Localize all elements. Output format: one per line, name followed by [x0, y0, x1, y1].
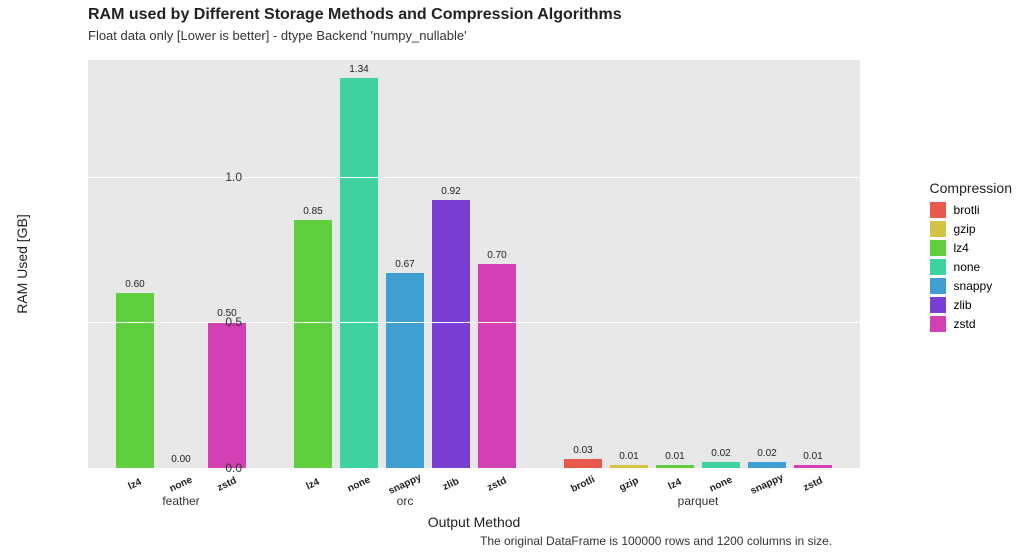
legend-swatch — [930, 259, 946, 275]
bar-value-label: 0.01 — [665, 451, 684, 462]
bar-value-label: 0.70 — [487, 250, 506, 261]
bar-value-label: 0.01 — [619, 451, 638, 462]
legend-swatch — [930, 240, 946, 256]
y-axis-label: RAM Used [GB] — [14, 214, 30, 314]
bars-layer: 0.60lz40.00none0.50zstd0.85lz41.34none0.… — [88, 60, 860, 468]
y-tick-label: 0.0 — [182, 461, 242, 475]
bar-value-label: 0.02 — [711, 448, 730, 459]
legend-item-brotli: brotli — [930, 202, 1012, 218]
bar-compression-label: zstd — [802, 475, 825, 493]
legend-swatch — [930, 278, 946, 294]
y-tick-label: 0.5 — [182, 315, 242, 329]
bar-compression-label: zstd — [486, 475, 509, 493]
legend-item-snappy: snappy — [930, 278, 1012, 294]
legend-label: lz4 — [954, 241, 969, 255]
legend-title: Compression — [930, 180, 1012, 196]
x-group-label-orc: orc — [365, 494, 445, 508]
bar-value-label: 0.01 — [803, 451, 822, 462]
bar-value-label: 1.34 — [349, 64, 368, 75]
bar-orc-lz4: 0.85lz4 — [294, 220, 332, 468]
bar-compression-label: zlib — [441, 476, 461, 493]
bar-compression-label: none — [346, 474, 372, 494]
legend-swatch — [930, 297, 946, 313]
chart-subtitle: Float data only [Lower is better] - dtyp… — [88, 28, 467, 43]
bar-orc-none: 1.34none — [340, 78, 378, 469]
x-axis-label: Output Method — [88, 514, 860, 530]
legend-label: zlib — [954, 298, 972, 312]
bar-compression-label: none — [168, 474, 194, 494]
chart-caption: The original DataFrame is 100000 rows an… — [480, 534, 832, 548]
bar-orc-zstd: 0.70zstd — [478, 264, 516, 468]
legend-item-gzip: gzip — [930, 221, 1012, 237]
bar-feather-zstd: 0.50zstd — [208, 322, 246, 468]
bar-feather-lz4: 0.60lz4 — [116, 293, 154, 468]
bar-compression-label: brotli — [569, 474, 596, 495]
bar-value-label: 0.92 — [441, 186, 460, 197]
chart-title: RAM used by Different Storage Methods an… — [88, 6, 622, 24]
bar-compression-label: lz4 — [305, 477, 322, 493]
bar-compression-label: lz4 — [667, 477, 684, 493]
plot-area: 0.60lz40.00none0.50zstd0.85lz41.34none0.… — [88, 60, 860, 468]
bar-value-label: 0.67 — [395, 259, 414, 270]
bar-compression-label: snappy — [749, 472, 785, 497]
bar-value-label: 0.60 — [125, 279, 144, 290]
legend-swatch — [930, 316, 946, 332]
bar-value-label: 0.02 — [757, 448, 776, 459]
legend-item-zstd: zstd — [930, 316, 1012, 332]
bar-value-label: 0.03 — [573, 445, 592, 456]
legend-label: none — [954, 260, 981, 274]
y-tick-label: 1.0 — [182, 170, 242, 184]
bar-orc-snappy: 0.67snappy — [386, 273, 424, 468]
legend-swatch — [930, 202, 946, 218]
bar-parquet-brotli: 0.03brotli — [564, 459, 602, 468]
legend-label: brotli — [954, 203, 980, 217]
bar-compression-label: lz4 — [127, 477, 144, 493]
legend-swatch — [930, 221, 946, 237]
legend-label: zstd — [954, 317, 976, 331]
bar-compression-label: none — [708, 474, 734, 494]
legend-items: brotli gzip lz4 none snappy zlib zstd — [930, 202, 1012, 332]
bar-orc-zlib: 0.92zlib — [432, 200, 470, 468]
legend-item-none: none — [930, 259, 1012, 275]
legend-item-zlib: zlib — [930, 297, 1012, 313]
bar-compression-label: zstd — [216, 475, 239, 493]
bar-value-label: 0.85 — [303, 206, 322, 217]
legend-label: gzip — [954, 222, 976, 236]
bar-compression-label: gzip — [618, 475, 641, 493]
x-group-label-parquet: parquet — [658, 494, 738, 508]
chart-root: RAM used by Different Storage Methods an… — [0, 0, 1024, 558]
x-group-label-feather: feather — [141, 494, 221, 508]
legend-label: snappy — [954, 279, 993, 293]
legend: Compression brotli gzip lz4 none snappy zlib z… — [930, 180, 1012, 335]
legend-item-lz4: lz4 — [930, 240, 1012, 256]
